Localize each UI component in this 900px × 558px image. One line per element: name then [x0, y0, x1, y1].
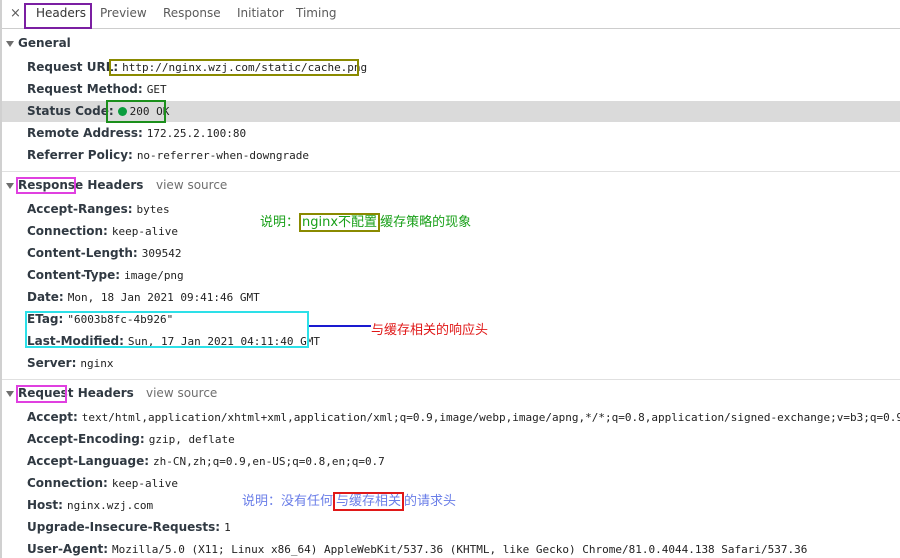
general-row-remote-address: Remote Address: 172.25.2.100:80: [27, 126, 246, 140]
title-part: Headers: [73, 386, 134, 400]
header-value: Mon, 18 Jan 2021 09:41:46 GMT: [67, 291, 260, 304]
annotation-note-cache-response: 与缓存相关的响应头: [371, 323, 489, 338]
header-key: Status Code:: [27, 104, 114, 118]
request-row: Accept-Language: zh-CN,zh;q=0.9,en-US;q=0…: [27, 454, 385, 468]
note-text: 缓存策略的现象: [380, 215, 472, 230]
tab-initiator[interactable]: Initiator: [237, 6, 284, 20]
header-value: gzip, deflate: [148, 433, 235, 446]
headers-tab-highlight-box: [24, 3, 92, 29]
response-row: Server: nginx: [27, 356, 114, 370]
header-key: Request Method:: [27, 82, 143, 96]
header-key: Remote Address:: [27, 126, 143, 140]
header-key: Upgrade-Insecure-Requests:: [27, 520, 221, 534]
request-row: Accept: text/html,application/xhtml+xml,a…: [27, 410, 900, 424]
expand-triangle-icon[interactable]: [6, 391, 14, 397]
request-row: Accept-Encoding: gzip, deflate: [27, 432, 235, 446]
request-url-highlight-box: [109, 59, 359, 76]
section-divider: [2, 171, 900, 172]
response-row: Connection: keep-alive: [27, 224, 178, 238]
header-key: Referrer Policy:: [27, 148, 133, 162]
request-row: User-Agent: Mozilla/5.0 (X11; Linux x86_6…: [27, 542, 807, 556]
header-key: Content-Type:: [27, 268, 121, 282]
annotation-note-nginx: 说明： nginx不配置 缓存策略的现象: [260, 211, 472, 232]
response-title-highlight-box: [16, 177, 76, 194]
request-view-source-link[interactable]: view source: [146, 386, 217, 400]
response-row: Content-Length: 309542: [27, 246, 181, 260]
section-divider: [2, 379, 900, 380]
note-boxed-text: 与缓存相关: [333, 492, 405, 511]
header-value: keep-alive: [111, 477, 179, 490]
tab-preview[interactable]: Preview: [100, 6, 147, 20]
header-key: Connection:: [27, 224, 108, 238]
header-key: Host:: [27, 498, 63, 512]
tab-response[interactable]: Response: [163, 6, 221, 20]
cache-headers-highlight-box: [25, 311, 309, 348]
header-key: Accept-Encoding:: [27, 432, 145, 446]
header-value: text/html,application/xhtml+xml,applicat…: [81, 411, 900, 424]
request-row: Connection: keep-alive: [27, 476, 178, 490]
expand-triangle-icon[interactable]: [6, 41, 14, 47]
header-value: GET: [146, 83, 167, 96]
title-part: Headers: [83, 178, 144, 192]
annotation-note-request: 说明：没有任何 与缓存相关 的请求头: [242, 490, 457, 511]
general-section-title[interactable]: General: [18, 36, 71, 50]
note-text: 说明：: [260, 215, 300, 230]
header-key: Content-Length:: [27, 246, 138, 260]
request-title-highlight-box: [16, 385, 67, 403]
header-key: Accept:: [27, 410, 78, 424]
request-row: Host: nginx.wzj.com: [27, 498, 153, 512]
header-value: keep-alive: [111, 225, 179, 238]
header-value: 172.25.2.100:80: [146, 127, 247, 140]
header-key: Accept-Language:: [27, 454, 150, 468]
header-value: 309542: [141, 247, 182, 260]
note-text: 的请求头: [404, 494, 457, 509]
header-key: Accept-Ranges:: [27, 202, 133, 216]
request-row: Upgrade-Insecure-Requests: 1: [27, 520, 231, 534]
header-value: nginx.wzj.com: [66, 499, 154, 512]
header-key: User-Agent:: [27, 542, 109, 556]
response-row: Date: Mon, 18 Jan 2021 09:41:46 GMT: [27, 290, 260, 304]
close-icon[interactable]: ×: [10, 6, 21, 21]
tab-bar: × Headers Preview Response Initiator Tim…: [2, 0, 900, 29]
header-value: zh-CN,zh;q=0.9,en-US;q=0.8,en;q=0.7: [153, 455, 385, 468]
header-key: Server:: [27, 356, 77, 370]
general-row-request-method: Request Method: GET: [27, 82, 167, 96]
panel-left-border: [0, 0, 2, 558]
header-value: 1: [224, 521, 231, 534]
header-value: Mozilla/5.0 (X11; Linux x86_64) AppleWeb…: [112, 543, 808, 556]
header-value: nginx: [80, 357, 114, 370]
header-key: Request URL:: [27, 60, 119, 74]
status-code-highlight-box: [106, 100, 166, 123]
response-row: Accept-Ranges: bytes: [27, 202, 170, 216]
tab-timing[interactable]: Timing: [296, 6, 337, 20]
annotation-arrow-line: [309, 325, 371, 327]
response-view-source-link[interactable]: view source: [156, 178, 227, 192]
header-key: Date:: [27, 290, 64, 304]
general-row-referrer-policy: Referrer Policy: no-referrer-when-downgra…: [27, 148, 309, 162]
header-value: image/png: [124, 269, 184, 282]
note-boxed-text: nginx不配置: [299, 213, 381, 232]
expand-triangle-icon[interactable]: [6, 183, 14, 189]
header-value: bytes: [136, 203, 170, 216]
note-text: 说明：没有任何: [242, 494, 334, 509]
response-row: Content-Type: image/png: [27, 268, 184, 282]
header-value: no-referrer-when-downgrade: [136, 149, 309, 162]
header-key: Connection:: [27, 476, 108, 490]
